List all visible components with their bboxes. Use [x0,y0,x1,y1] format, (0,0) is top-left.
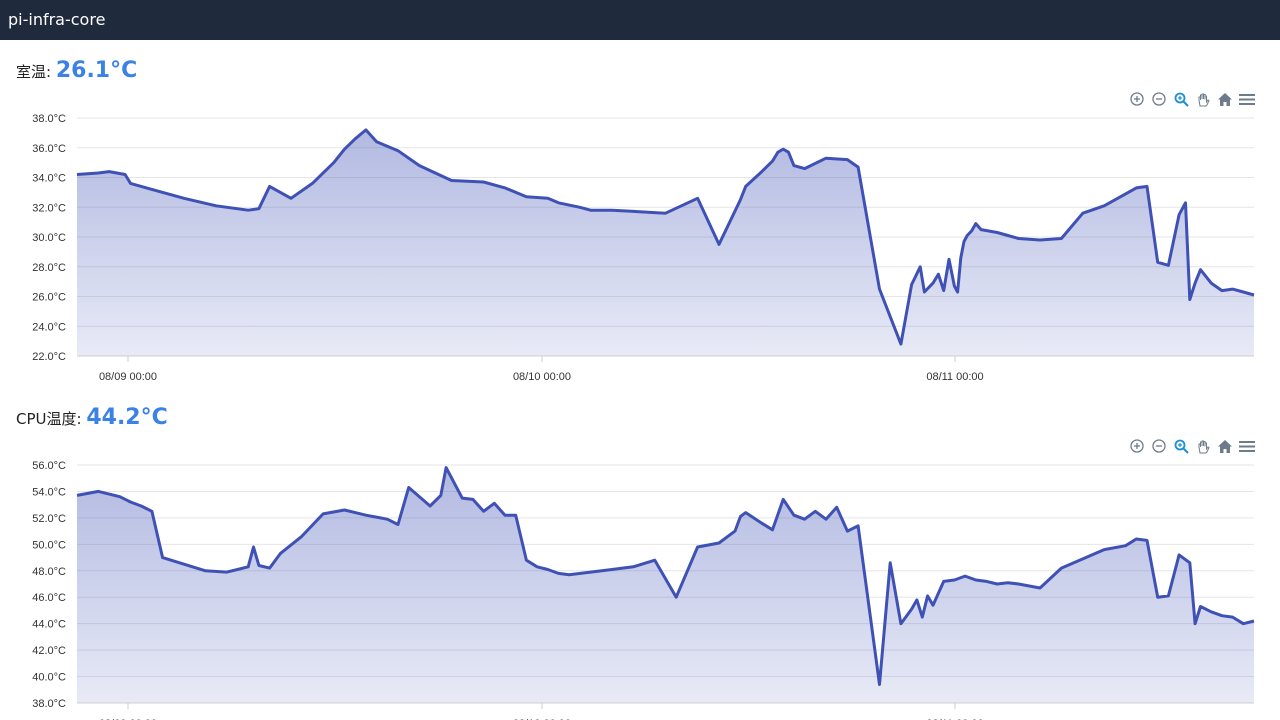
y-tick-label: 24.0°C [32,321,66,333]
chart-toolbar [1128,437,1256,455]
x-tick-label: 08/09 00:00 [99,371,157,383]
y-tick-label: 38.0°C [32,113,66,125]
y-tick-label: 40.0°C [32,672,66,684]
y-tick-label: 52.0°C [32,513,66,525]
series-area [77,467,1254,703]
pan-hand-icon[interactable] [1194,437,1212,455]
y-tick-label: 28.0°C [32,262,66,274]
chart-toolbar [1128,90,1256,108]
y-tick-label: 42.0°C [32,645,66,657]
y-tick-label: 50.0°C [32,539,66,551]
menu-icon[interactable] [1238,90,1256,108]
room-temp-metric: 室温: 26.1°C [16,58,137,83]
y-tick-label: 48.0°C [32,566,66,578]
y-tick-label: 30.0°C [32,232,66,244]
y-tick-label: 36.0°C [32,143,66,155]
app-title: pi-infra-core [8,10,106,29]
room-temp-chart: 38.0°C 36.0°C 34.0°C 32.0°C 30.0°C 28.0°C 26.0… [0,108,1280,388]
app-header: pi-infra-core [0,0,1280,40]
metric-value: 26.1°C [55,58,138,83]
metric-label: 室温: [16,63,56,81]
selection-zoom-icon[interactable] [1172,437,1190,455]
x-tick-label: 08/11 00:00 [926,371,983,383]
y-tick-label: 26.0°C [32,292,66,304]
series-area [77,129,1254,356]
y-tick-label: 54.0°C [32,486,66,498]
cpu-temp-metric: CPU温度: 44.2°C [16,405,168,430]
y-tick-label: 32.0°C [32,202,66,214]
home-reset-icon[interactable] [1216,90,1234,108]
y-tick-label: 44.0°C [32,619,66,631]
selection-zoom-icon[interactable] [1172,90,1190,108]
x-tick-label: 08/10 00:00 [513,371,571,383]
menu-icon[interactable] [1238,437,1256,455]
cpu-temp-chart: 56.0°C 54.0°C 52.0°C 50.0°C 48.0°C 46.0°C 44.0… [0,455,1280,720]
y-tick-label: 38.0°C [32,698,66,710]
home-reset-icon[interactable] [1216,437,1234,455]
zoom-in-icon[interactable] [1128,437,1146,455]
y-tick-label: 56.0°C [32,460,66,472]
y-tick-label: 46.0°C [32,592,66,604]
y-tick-label: 34.0°C [32,173,66,185]
chart-svg: 38.0°C 36.0°C 34.0°C 32.0°C 30.0°C 28.0°C 26.0… [32,113,1255,383]
chart-svg: 56.0°C 54.0°C 52.0°C 50.0°C 48.0°C 46.0°C 44.0… [32,460,1255,720]
zoom-in-icon[interactable] [1128,90,1146,108]
pan-hand-icon[interactable] [1194,90,1212,108]
metric-label: CPU温度: [16,410,87,428]
y-tick-label: 22.0°C [32,351,66,363]
zoom-out-icon[interactable] [1150,437,1168,455]
zoom-out-icon[interactable] [1150,90,1168,108]
metric-value: 44.2°C [86,405,168,430]
